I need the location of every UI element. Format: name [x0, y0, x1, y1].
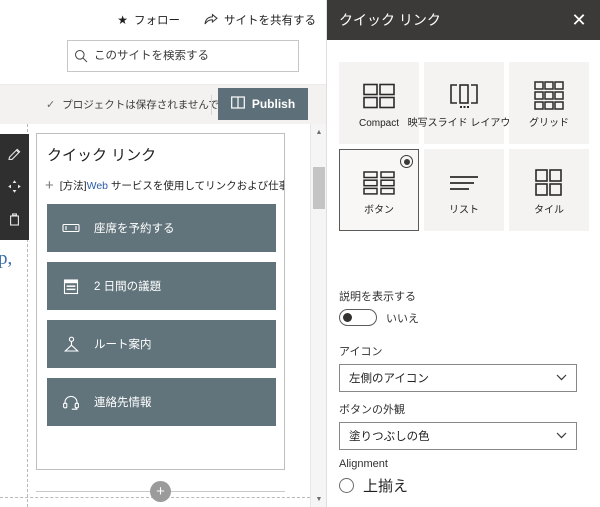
add-section-control: +: [36, 481, 285, 503]
headset-icon: [61, 392, 81, 412]
add-links-help-text: [方法]Web サービスを使用してリンクおよび仕事仲間を追加する: [59, 178, 284, 193]
site-search-box[interactable]: [67, 40, 299, 72]
show-description-toggle-row: いいえ: [339, 309, 589, 326]
share-icon: [204, 13, 218, 27]
alignment-option-label: 上揃え: [363, 478, 409, 495]
book-icon: [230, 96, 245, 112]
chevron-down-icon: [556, 431, 567, 441]
layout-option-filmstrip[interactable]: 映写スライド レイアウト: [408, 62, 520, 144]
layout-option-label: Compact: [358, 117, 399, 129]
calendar-icon: [61, 276, 81, 296]
layout-option-label: グリッド: [529, 117, 569, 129]
grid-layout-icon: [534, 78, 564, 114]
quick-link-label: 2 日間の議題: [94, 281, 162, 293]
alignment-radio[interactable]: [339, 478, 354, 493]
show-description-label: 説明を表示する: [339, 291, 416, 303]
caret-up-icon[interactable]: ▲: [311, 124, 326, 140]
button-look-field: ボタンの外観 塗りつぶしの色: [339, 401, 589, 450]
scrollbar-thumb[interactable]: [313, 167, 325, 209]
layout-options-grid: Compact 映写スライド レイアウト グリッド ボタン リスト タイル: [339, 62, 589, 231]
plus-icon: +: [45, 177, 54, 194]
icon-select[interactable]: 左側のアイコン: [339, 364, 577, 392]
tile-layout-icon: [535, 165, 563, 201]
command-bar-divider: [211, 95, 212, 115]
show-description-field: 説明を表示する いいえ: [339, 288, 589, 326]
plus-circle-icon[interactable]: +: [150, 481, 171, 502]
alignment-option-top[interactable]: 上揃え: [339, 475, 589, 496]
quick-link-label: 座席を予約する: [94, 223, 175, 235]
show-description-value: いいえ: [386, 312, 419, 325]
directions-icon: [61, 334, 81, 354]
panel-header: クイック リンク ✕: [327, 0, 600, 40]
icon-field-label: アイコン: [339, 346, 383, 358]
list-layout-icon: [448, 165, 480, 201]
search-input[interactable]: [94, 50, 298, 62]
layout-option-label: リスト: [449, 204, 479, 216]
compact-layout-icon: [363, 78, 395, 114]
close-icon[interactable]: ✕: [567, 8, 591, 32]
star-icon: ★: [117, 13, 128, 27]
site-top-actions: ★ フォロー サイトを共有する: [117, 12, 316, 28]
button-look-value: 塗りつぶしの色: [349, 431, 430, 443]
layout-option-label: 映写スライド レイアウト: [407, 117, 521, 129]
layout-option-label: ボタン: [364, 204, 394, 216]
alignment-label: Alignment: [339, 458, 388, 470]
filmstrip-layout-icon: [447, 78, 481, 114]
quick-link-label: 連絡先情報: [94, 397, 152, 409]
show-description-toggle[interactable]: [339, 309, 377, 326]
publish-button[interactable]: Publish: [218, 88, 308, 120]
follow-label: フォロー: [134, 15, 180, 27]
layout-selected-radio[interactable]: [400, 155, 413, 168]
chevron-down-icon: [556, 373, 567, 383]
icon-field: アイコン 左側のアイコン: [339, 343, 589, 392]
layout-option-tiles[interactable]: タイル: [509, 149, 589, 231]
properties-panel: クイック リンク ✕ Compact 映写スライド レイアウト グリッド ボタン…: [326, 0, 600, 507]
alignment-field: Alignment 上揃え: [339, 458, 589, 496]
layout-option-compact[interactable]: Compact: [339, 62, 419, 144]
trash-icon[interactable]: [5, 210, 25, 230]
pencil-icon[interactable]: [5, 144, 25, 164]
quick-link-item[interactable]: 座席を予約する: [47, 204, 276, 252]
layout-option-button[interactable]: ボタン: [339, 149, 419, 231]
quick-link-label: ルート案内: [94, 339, 152, 351]
move-icon[interactable]: [5, 177, 25, 197]
button-look-select[interactable]: 塗りつぶしの色: [339, 422, 577, 450]
caret-down-icon[interactable]: ▼: [311, 491, 326, 507]
publish-label: Publish: [251, 97, 296, 111]
site-canvas-pane: ★ フォロー サイトを共有する ✓ プロジェクト: [0, 0, 326, 507]
share-site-label: サイトを共有する: [224, 15, 316, 27]
app-root: ★ フォロー サイトを共有する ✓ プロジェクト: [0, 0, 600, 507]
canvas-scrollbar[interactable]: ▲ ▼: [310, 124, 326, 507]
site-top-bar: ★ フォロー サイトを共有する: [0, 0, 326, 84]
check-icon: ✓: [46, 99, 56, 111]
icon-select-value: 左側のアイコン: [349, 373, 429, 385]
add-links-highlight: Web: [86, 180, 109, 192]
share-site-button[interactable]: サイトを共有する: [204, 12, 316, 28]
quick-links-list: 座席を予約する 2 日間の議題 ルート案内 連絡先情報: [47, 204, 276, 436]
clipped-glyph: p,: [0, 248, 13, 269]
add-links-rest: サービスを使用してリンクおよび仕事仲間を追加する: [110, 180, 284, 192]
ticket-icon: [61, 218, 81, 238]
search-icon: [68, 49, 94, 63]
button-look-label: ボタンの外観: [339, 404, 405, 416]
webpart-mini-toolbar: [0, 134, 29, 240]
webpart-title: クイック リンク: [47, 147, 157, 164]
layout-option-grid[interactable]: グリッド: [509, 62, 589, 144]
quick-link-item[interactable]: ルート案内: [47, 320, 276, 368]
add-links-prefix: [方法]: [59, 180, 87, 192]
quick-link-item[interactable]: 2 日間の議題: [47, 262, 276, 310]
layout-option-list[interactable]: リスト: [424, 149, 504, 231]
quick-links-webpart[interactable]: クイック リンク + [方法]Web サービスを使用してリンクおよび仕事仲間を追…: [36, 133, 285, 470]
follow-button[interactable]: ★ フォロー: [117, 12, 180, 28]
panel-title: クイック リンク: [339, 12, 441, 28]
layout-option-label: タイル: [534, 204, 564, 216]
button-layout-icon: [363, 165, 395, 201]
quick-link-item[interactable]: 連絡先情報: [47, 378, 276, 426]
add-links-help-link[interactable]: + [方法]Web サービスを使用してリンクおよび仕事仲間を追加する: [45, 177, 284, 194]
